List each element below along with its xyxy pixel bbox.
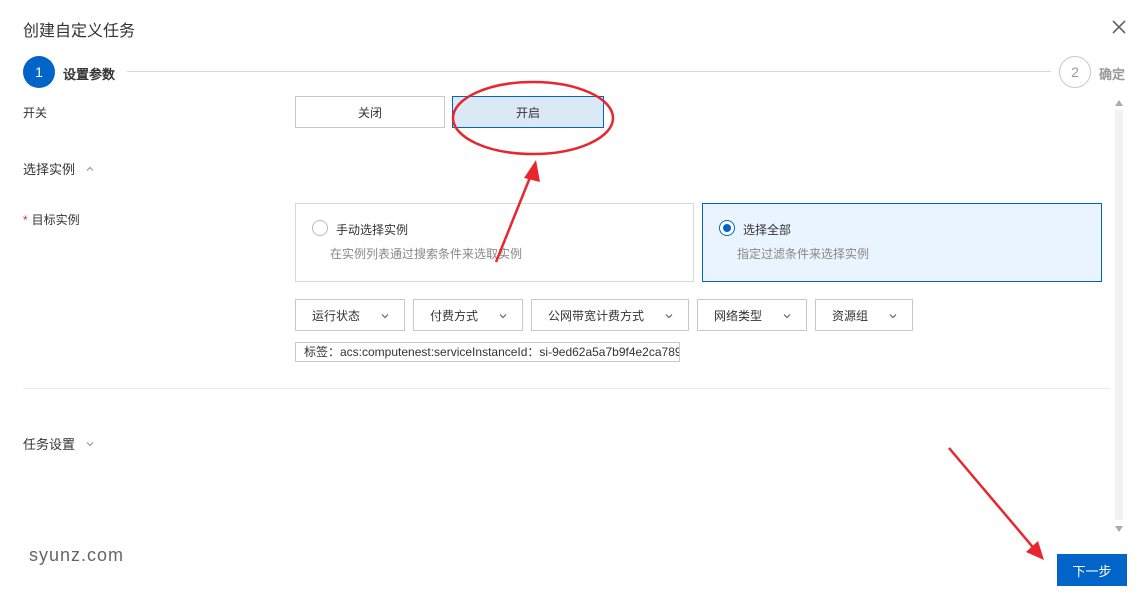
filter-network-type[interactable]: 网络类型 — [697, 299, 807, 331]
dialog-title: 创建自定义任务 — [23, 23, 136, 40]
chevron-down-icon — [889, 314, 897, 319]
target-instance-label-text: 目标实例 — [31, 213, 80, 227]
switch-on-button[interactable]: 开启 — [452, 96, 604, 128]
tag-filter-chip[interactable]: 标签：acs:computenest:serviceInstanceId：si-… — [295, 342, 680, 362]
scrollbar-thumb[interactable] — [1115, 110, 1123, 520]
filter-network-type-label: 网络类型 — [714, 308, 763, 323]
filter-resource-group[interactable]: 资源组 — [815, 299, 913, 331]
scroll-down-arrow-icon[interactable] — [1115, 526, 1123, 532]
section-divider — [23, 388, 1110, 389]
task-settings-section-title: 任务设置 — [23, 437, 76, 452]
filter-billing-method-label: 付费方式 — [430, 308, 479, 323]
manual-select-desc: 在实例列表通过搜索条件来选取实例 — [330, 247, 523, 261]
select-all-desc: 指定过滤条件来选择实例 — [737, 247, 870, 261]
watermark: syunz.com — [29, 545, 125, 565]
chevron-down-icon — [86, 441, 94, 446]
select-instance-section-title: 选择实例 — [23, 162, 76, 177]
annotation-overlay — [451, 80, 1044, 560]
close-icon[interactable] — [1108, 16, 1130, 38]
manual-select-card[interactable]: 手动选择实例 在实例列表通过搜索条件来选取实例 — [295, 203, 694, 282]
chevron-down-icon — [665, 314, 673, 319]
step-2-label: 确定 — [1099, 67, 1126, 82]
step-1-label: 设置参数 — [63, 67, 116, 82]
chevron-down-icon — [499, 314, 507, 319]
select-all-radio[interactable] — [719, 220, 735, 236]
step-1-circle: 1 — [23, 56, 55, 88]
next-step-button[interactable]: 下一步 — [1057, 554, 1127, 586]
select-all-title: 选择全部 — [743, 223, 792, 237]
scroll-up-arrow-icon[interactable] — [1115, 100, 1123, 106]
step-connector — [127, 71, 1051, 72]
step-indicator: 1 设置参数 2 确定 — [23, 56, 1140, 88]
manual-select-radio[interactable] — [312, 220, 328, 236]
switch-label: 开关 — [23, 106, 48, 120]
select-all-card[interactable]: 选择全部 指定过滤条件来选择实例 — [702, 203, 1102, 282]
switch-off-button[interactable]: 关闭 — [295, 96, 445, 128]
filter-run-status[interactable]: 运行状态 — [295, 299, 405, 331]
filter-run-status-label: 运行状态 — [312, 308, 361, 323]
manual-select-title: 手动选择实例 — [336, 223, 409, 237]
target-instance-label: * 目标实例 — [23, 211, 80, 228]
step-2-circle: 2 — [1059, 56, 1091, 88]
filter-bandwidth-billing-label: 公网带宽计费方式 — [548, 308, 645, 323]
annotation-arrow-down — [948, 447, 1044, 560]
filter-bandwidth-billing[interactable]: 公网带宽计费方式 — [531, 299, 689, 331]
required-mark: * — [23, 213, 28, 227]
filter-resource-group-label: 资源组 — [832, 308, 869, 323]
filter-billing-method[interactable]: 付费方式 — [413, 299, 523, 331]
select-instance-section-toggle[interactable]: 选择实例 — [23, 159, 95, 178]
chevron-up-icon — [86, 166, 94, 171]
scrollbar[interactable] — [1113, 96, 1125, 538]
task-settings-section-toggle[interactable]: 任务设置 — [23, 434, 95, 453]
chevron-down-icon — [381, 314, 389, 319]
chevron-down-icon — [783, 314, 791, 319]
